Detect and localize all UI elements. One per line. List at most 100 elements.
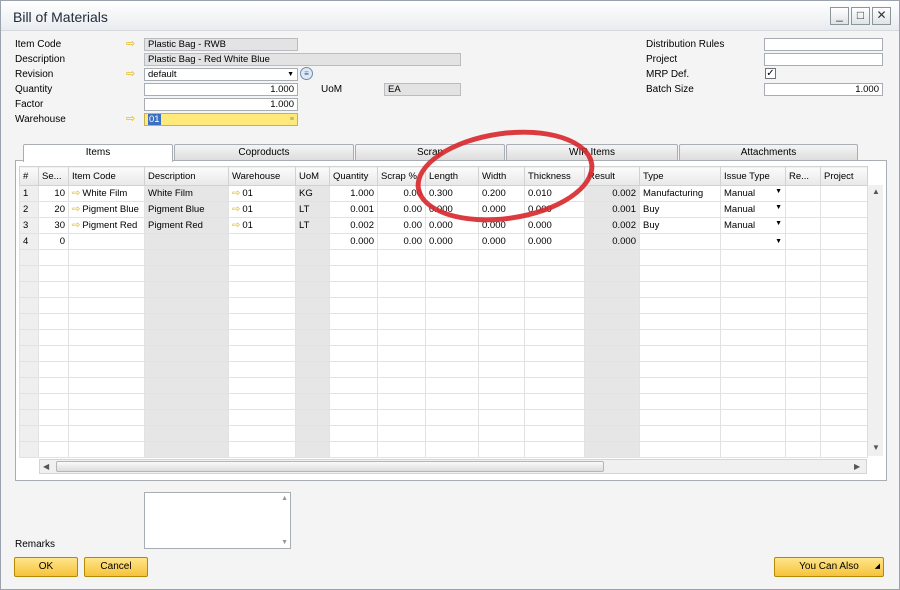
grid-horizontal-scrollbar[interactable]: ◀ ▶: [39, 459, 867, 474]
uom-field[interactable]: EA: [384, 83, 461, 96]
grid-cell[interactable]: [820, 345, 868, 362]
grid-cell[interactable]: [38, 329, 69, 346]
grid-cell[interactable]: [228, 249, 296, 266]
grid-cell[interactable]: [425, 409, 479, 426]
ok-button[interactable]: OK: [14, 557, 78, 577]
grid-cell[interactable]: [720, 281, 786, 298]
grid-cell[interactable]: [19, 361, 39, 378]
grid-cell[interactable]: [19, 377, 39, 394]
grid-cell[interactable]: [38, 377, 69, 394]
grid-cell[interactable]: [785, 185, 821, 202]
grid-cell[interactable]: [785, 409, 821, 426]
table-row[interactable]: [19, 265, 868, 282]
grid-cell[interactable]: [524, 265, 585, 282]
grid-cell[interactable]: [19, 425, 39, 442]
link-arrow-icon[interactable]: ⇨: [72, 220, 80, 231]
grid-cell[interactable]: [295, 425, 330, 442]
grid-cell[interactable]: [68, 313, 145, 330]
grid-cell[interactable]: [584, 249, 640, 266]
grid-cell[interactable]: [377, 425, 426, 442]
grid-cell[interactable]: [228, 393, 296, 410]
grid-cell[interactable]: [377, 297, 426, 314]
grid-cell[interactable]: Buy: [639, 217, 721, 234]
table-row[interactable]: 2 20 ⇨ Pigment Blue Pigment Blue ⇨ 01 LT 0.001 0.…: [19, 201, 868, 218]
chevron-down-icon[interactable]: ▼: [775, 204, 782, 211]
grid-cell[interactable]: [38, 393, 69, 410]
column-header[interactable]: Scrap %: [377, 166, 426, 186]
grid-cell[interactable]: [228, 425, 296, 442]
grid-cell[interactable]: [329, 249, 378, 266]
table-row[interactable]: [19, 393, 868, 410]
grid-cell[interactable]: 0.001: [584, 201, 640, 218]
grid-cell[interactable]: [639, 345, 721, 362]
grid-cell[interactable]: [425, 425, 479, 442]
chevron-down-icon[interactable]: ▼: [775, 220, 782, 227]
grid-cell[interactable]: 0.000: [425, 201, 479, 218]
grid-cell[interactable]: [584, 265, 640, 282]
grid-cell[interactable]: [68, 281, 145, 298]
grid-cell[interactable]: [584, 409, 640, 426]
mrp-def-checkbox[interactable]: ✓: [765, 68, 776, 79]
grid-cell[interactable]: [68, 249, 145, 266]
table-row[interactable]: [19, 281, 868, 298]
grid-cell[interactable]: 0: [38, 233, 69, 250]
tab-items[interactable]: Items: [23, 144, 173, 162]
grid-cell[interactable]: [228, 329, 296, 346]
grid-cell[interactable]: [820, 313, 868, 330]
chevron-down-icon[interactable]: ▼: [775, 238, 782, 245]
grid-cell[interactable]: [524, 393, 585, 410]
grid-cell[interactable]: [377, 281, 426, 298]
column-header[interactable]: Warehouse: [228, 166, 296, 186]
grid-cell[interactable]: [19, 313, 39, 330]
grid-cell[interactable]: [820, 249, 868, 266]
link-arrow-icon[interactable]: ⇨: [126, 114, 139, 125]
grid-cell[interactable]: [295, 329, 330, 346]
scroll-down-icon[interactable]: ▼: [872, 443, 880, 452]
grid-cell[interactable]: 0.010: [524, 185, 585, 202]
grid-cell[interactable]: [377, 313, 426, 330]
grid-cell[interactable]: [720, 393, 786, 410]
grid-cell[interactable]: [68, 377, 145, 394]
grid-cell[interactable]: [144, 265, 229, 282]
grid-cell[interactable]: Manual ▼: [720, 185, 786, 202]
grid-cell[interactable]: [38, 297, 69, 314]
grid-cell[interactable]: [478, 377, 525, 394]
table-row[interactable]: 4 0 0.000 0.00 0.000 0.000 0.000 0.000 ▼: [19, 233, 868, 250]
grid-cell[interactable]: [38, 265, 69, 282]
grid-cell[interactable]: [329, 393, 378, 410]
scroll-up-icon[interactable]: ▲: [872, 187, 880, 196]
grid-cell[interactable]: [295, 345, 330, 362]
scroll-up-icon[interactable]: ▲: [281, 495, 288, 502]
grid-cell[interactable]: ⇨ 01: [228, 185, 296, 202]
grid-cell[interactable]: [19, 345, 39, 362]
grid-cell[interactable]: [144, 441, 229, 458]
grid-cell[interactable]: [524, 361, 585, 378]
grid-cell[interactable]: [785, 393, 821, 410]
table-row[interactable]: 3 30 ⇨ Pigment Red Pigment Red ⇨ 01 LT 0.002 0.00…: [19, 217, 868, 234]
grid-cell[interactable]: [584, 425, 640, 442]
grid-cell[interactable]: [329, 361, 378, 378]
column-header[interactable]: Se...: [38, 166, 69, 186]
grid-cell[interactable]: Manual ▼: [720, 201, 786, 218]
grid-cell[interactable]: 0.00: [377, 233, 426, 250]
close-button[interactable]: ✕: [872, 7, 891, 25]
grid-cell[interactable]: [785, 265, 821, 282]
table-row[interactable]: [19, 313, 868, 330]
grid-cell[interactable]: [38, 361, 69, 378]
chevron-down-icon[interactable]: ▼: [775, 188, 782, 195]
table-row[interactable]: [19, 409, 868, 426]
grid-cell[interactable]: [19, 249, 39, 266]
table-row[interactable]: [19, 297, 868, 314]
grid-cell[interactable]: [478, 281, 525, 298]
distribution-rules-field[interactable]: [764, 38, 883, 51]
grid-cell[interactable]: [524, 297, 585, 314]
grid-cell[interactable]: [68, 345, 145, 362]
grid-cell[interactable]: [820, 265, 868, 282]
grid-cell[interactable]: [639, 233, 721, 250]
grid-cell[interactable]: 0.000: [425, 217, 479, 234]
grid-cell[interactable]: [785, 345, 821, 362]
tab-attachments[interactable]: Attachments: [679, 144, 858, 161]
grid-cell[interactable]: [425, 313, 479, 330]
grid-cell[interactable]: [820, 297, 868, 314]
grid-cell[interactable]: [820, 441, 868, 458]
